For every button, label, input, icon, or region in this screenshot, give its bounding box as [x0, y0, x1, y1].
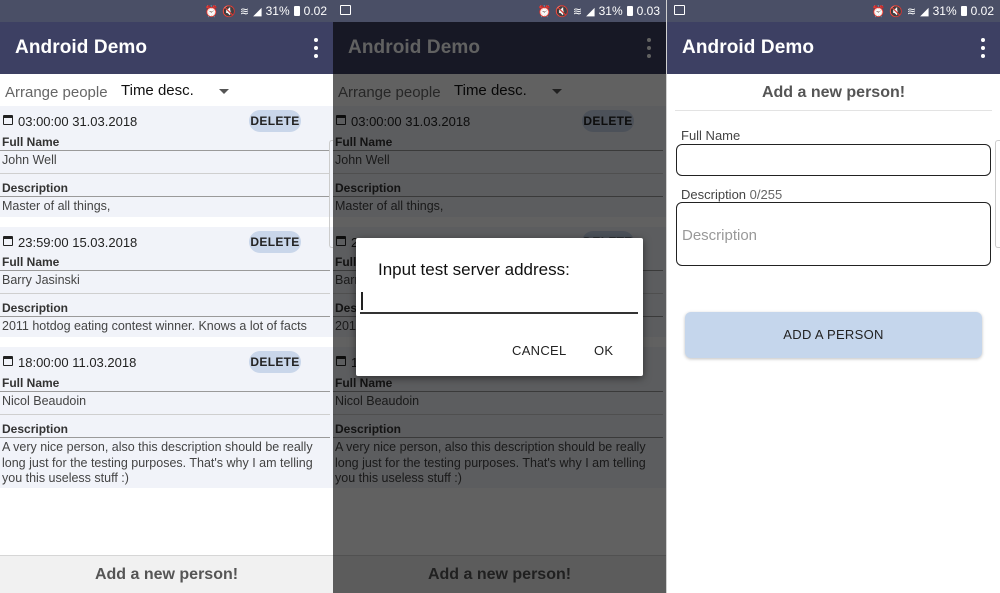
- app-title: Android Demo: [682, 37, 815, 58]
- alarm-icon: ⏰: [871, 5, 886, 18]
- sort-row: Arrange people Time desc.: [0, 74, 333, 106]
- alarm-icon: ⏰: [204, 5, 219, 18]
- add-person-footer-button[interactable]: Add a new person!: [0, 555, 333, 593]
- app-bar: Android Demo: [0, 22, 333, 74]
- battery-percent: 31%: [598, 4, 623, 18]
- divider: [0, 173, 330, 174]
- divider: [0, 150, 330, 151]
- scroll-indicator: [995, 140, 1000, 248]
- divider: [0, 437, 330, 438]
- screen-server-dialog: ⏰ 🔇 ≋ ◢ 31% 0.03 Android Demo Arrange pe…: [333, 0, 666, 593]
- image-icon: [674, 5, 685, 15]
- sort-label: Arrange people: [5, 84, 108, 101]
- person-description: Master of all things,: [2, 199, 111, 213]
- screen-add-person: ⏰ 🔇 ≋ ◢ 31% 0.02 Android Demo Add a new …: [667, 0, 1000, 593]
- person-card: 03:00:00 31.03.2018 DELETE Full Name Joh…: [0, 106, 333, 217]
- person-description: 2011 hotdog eating contest winner. Knows…: [2, 319, 307, 333]
- image-icon: [340, 5, 351, 15]
- overflow-menu-icon[interactable]: [313, 38, 319, 58]
- wifi-icon: ≋: [572, 5, 583, 18]
- signal-icon: ◢: [253, 5, 262, 18]
- delete-button[interactable]: DELETE: [249, 231, 301, 253]
- delete-button[interactable]: DELETE: [249, 110, 301, 132]
- full-name-label: Full Name: [2, 376, 60, 390]
- divider: [0, 293, 330, 294]
- status-time: 0.03: [636, 4, 660, 18]
- add-person-button[interactable]: ADD A PERSON: [685, 312, 982, 358]
- calendar-icon: [3, 236, 13, 246]
- person-datetime: 18:00:00 11.03.2018: [18, 355, 137, 370]
- full-name-label: Full Name: [2, 255, 60, 269]
- description-label: Description: [2, 181, 69, 195]
- person-card: 18:00:00 11.03.2018 DELETE Full Name Nic…: [0, 347, 333, 488]
- status-bar: ⏰ 🔇 ≋ ◢ 31% 0.02: [0, 0, 333, 22]
- mute-icon: 🔇: [222, 5, 236, 18]
- battery-icon: [960, 6, 967, 16]
- person-name: Barry Jasinski: [2, 273, 80, 287]
- description-label: Description: [2, 301, 69, 315]
- battery-percent: 31%: [265, 4, 290, 18]
- server-address-dialog: Input test server address: CANCEL OK: [356, 238, 643, 376]
- server-address-input[interactable]: [360, 290, 638, 314]
- divider: [0, 196, 330, 197]
- ok-button[interactable]: OK: [594, 343, 613, 358]
- description-placeholder: Description: [682, 227, 758, 244]
- person-name: Nicol Beaudoin: [2, 394, 87, 408]
- description-label: Description 0/255: [681, 187, 782, 202]
- sort-dropdown[interactable]: Time desc.: [121, 82, 194, 99]
- alarm-icon: ⏰: [537, 5, 552, 18]
- status-time: 0.02: [970, 4, 994, 18]
- status-time: 0.02: [303, 4, 327, 18]
- dropdown-caret-icon[interactable]: [219, 89, 229, 94]
- person-card: 23:59:00 15.03.2018 DELETE Full Name Bar…: [0, 227, 333, 337]
- cancel-button[interactable]: CANCEL: [512, 343, 567, 358]
- divider: [0, 316, 330, 317]
- battery-percent: 31%: [932, 4, 957, 18]
- person-datetime: 23:59:00 15.03.2018: [18, 235, 138, 250]
- dialog-title: Input test server address:: [378, 260, 570, 279]
- text-cursor: [361, 292, 363, 310]
- app-bar: Android Demo: [667, 22, 1000, 74]
- description-input[interactable]: Description: [676, 202, 991, 266]
- screen-person-list: ⏰ 🔇 ≋ ◢ 31% 0.02 Android Demo Arrange pe…: [0, 0, 333, 593]
- overflow-menu-icon[interactable]: [980, 38, 986, 58]
- battery-icon: [626, 6, 633, 16]
- person-description: A very nice person, also this descriptio…: [2, 440, 313, 485]
- signal-icon: ◢: [586, 5, 595, 18]
- full-name-label: Full Name: [2, 135, 60, 149]
- description-label: Description: [2, 422, 69, 436]
- divider: [675, 110, 992, 111]
- delete-button[interactable]: DELETE: [249, 351, 301, 373]
- person-datetime: 03:00:00 31.03.2018: [18, 114, 138, 129]
- app-title: Android Demo: [15, 37, 148, 58]
- mute-icon: 🔇: [555, 5, 569, 18]
- divider: [0, 391, 330, 392]
- divider: [0, 270, 330, 271]
- person-name: John Well: [2, 153, 57, 167]
- divider: [0, 414, 330, 415]
- calendar-icon: [3, 115, 13, 125]
- mute-icon: 🔇: [889, 5, 903, 18]
- form-title: Add a new person!: [761, 84, 906, 101]
- status-bar: ⏰ 🔇 ≋ ◢ 31% 0.03: [333, 0, 666, 22]
- signal-icon: ◢: [920, 5, 929, 18]
- calendar-icon: [3, 356, 13, 366]
- wifi-icon: ≋: [906, 5, 917, 18]
- wifi-icon: ≋: [239, 5, 250, 18]
- battery-icon: [293, 6, 300, 16]
- full-name-input[interactable]: [676, 144, 991, 176]
- character-counter: 0/255: [749, 187, 783, 202]
- description-label-text: Description: [681, 187, 747, 202]
- status-bar: ⏰ 🔇 ≋ ◢ 31% 0.02: [667, 0, 1000, 22]
- full-name-label: Full Name: [681, 128, 741, 143]
